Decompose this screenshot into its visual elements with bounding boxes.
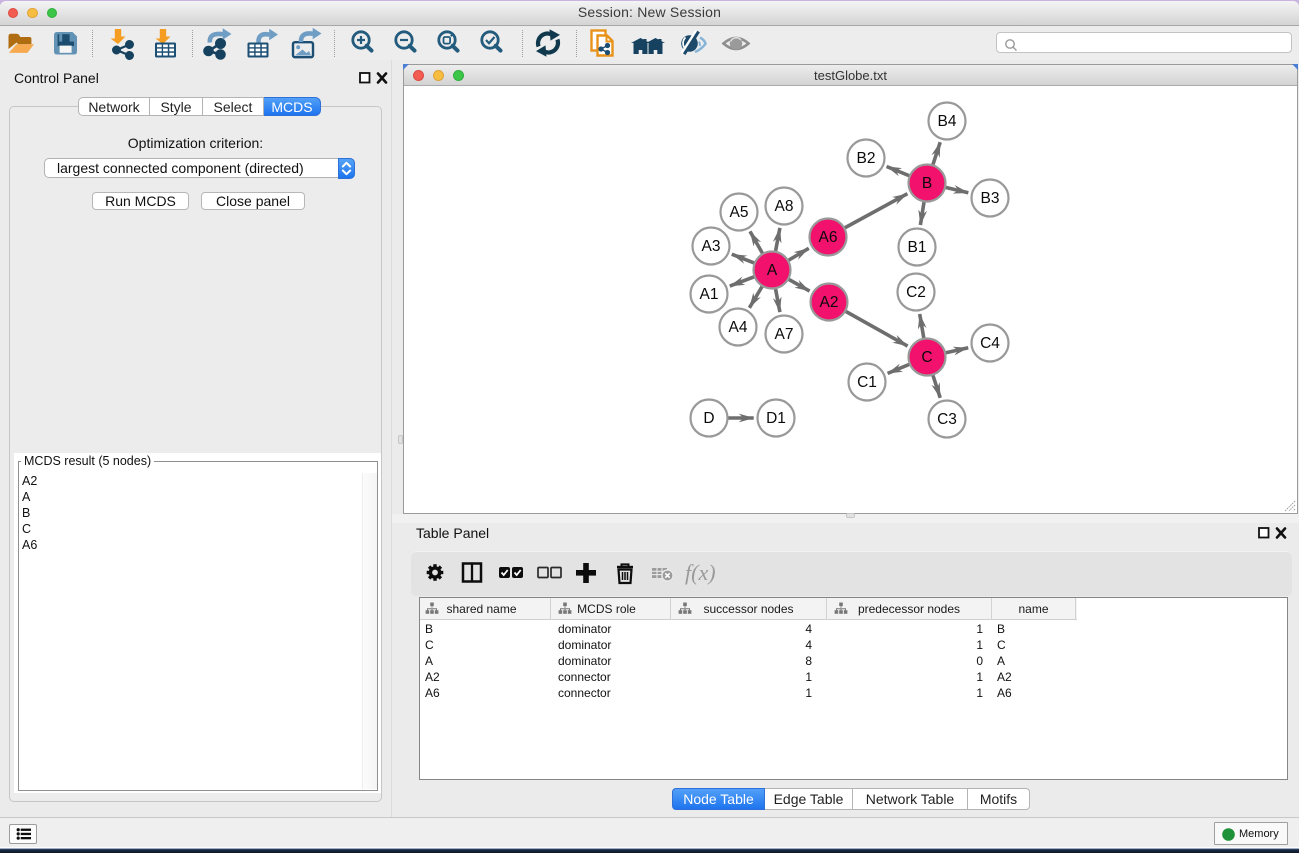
svg-text:A4: A4 [729,319,748,336]
svg-text:B1: B1 [908,239,927,256]
svg-text:f(x): f(x) [685,560,716,585]
svg-text:A1: A1 [700,286,719,303]
svg-text:A6: A6 [819,229,838,246]
svg-text:A5: A5 [730,204,749,221]
svg-text:A3: A3 [702,238,721,255]
svg-text:A7: A7 [775,326,794,343]
svg-text:B: B [922,175,932,192]
svg-text:B2: B2 [857,150,876,167]
svg-text:D: D [703,410,714,427]
svg-text:A: A [767,262,778,279]
svg-text:C: C [921,349,932,366]
svg-text:D1: D1 [766,410,786,427]
svg-text:B3: B3 [981,190,1000,207]
svg-text:C4: C4 [980,335,1000,352]
svg-text:C2: C2 [906,284,926,301]
svg-text:A2: A2 [820,294,839,311]
svg-text:A8: A8 [775,198,794,215]
svg-text:B4: B4 [938,113,957,130]
svg-text:C1: C1 [857,374,877,391]
svg-text:C3: C3 [937,411,957,428]
